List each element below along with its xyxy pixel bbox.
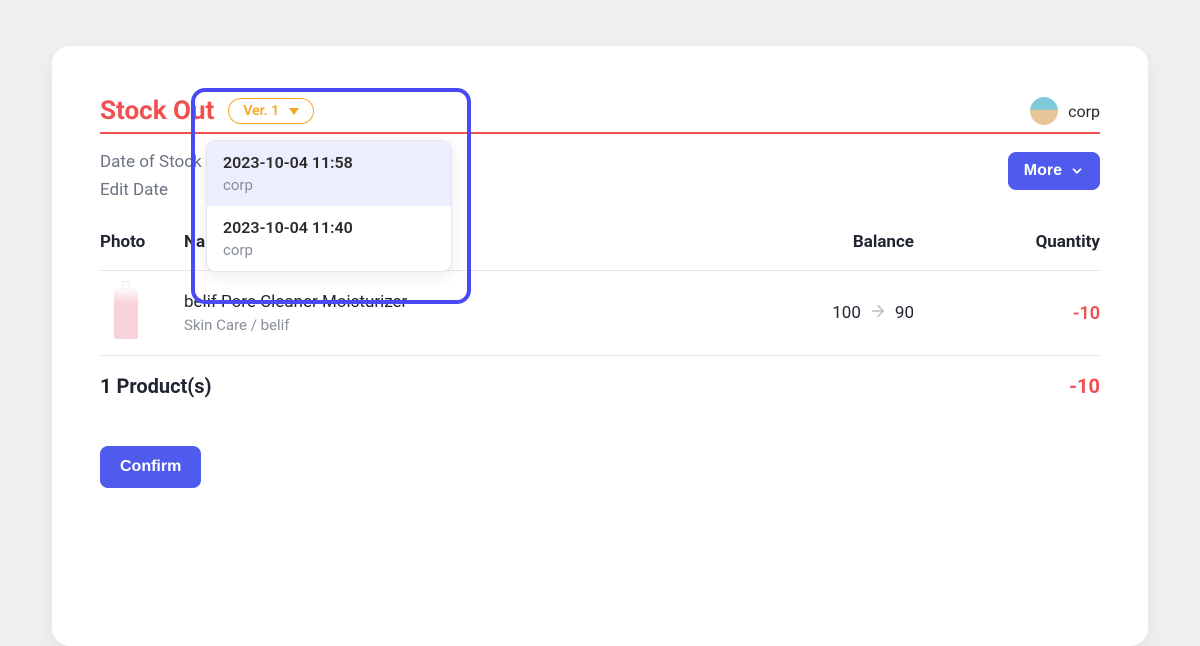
more-label: More [1024, 162, 1062, 180]
confirm-label: Confirm [120, 458, 181, 475]
balance-from: 100 [832, 303, 861, 323]
version-label: Ver. 1 [243, 103, 279, 119]
product-thumb [114, 287, 138, 339]
version-selector[interactable]: Ver. 1 [228, 98, 314, 124]
arrow-right-icon [869, 302, 887, 325]
product-category: Skin Care / belif [184, 316, 770, 334]
user-badge[interactable]: corp [1030, 97, 1100, 125]
header-left: Stock Out Ver. 1 [100, 96, 314, 126]
summary-quantity: -10 [940, 374, 1100, 398]
quantity-cell: -10 [940, 303, 1100, 324]
version-option-date: 2023-10-04 11:40 [223, 218, 435, 237]
chevron-down-icon [1070, 164, 1084, 178]
th-photo: Photo [100, 232, 184, 252]
version-option-user: corp [223, 176, 435, 194]
user-name: corp [1068, 102, 1100, 121]
version-option[interactable]: 2023-10-04 11:58 corp [207, 141, 451, 206]
confirm-button[interactable]: Confirm [100, 446, 201, 488]
avatar [1030, 97, 1058, 125]
stock-out-card: Stock Out Ver. 1 corp Date of Stock Out … [52, 46, 1148, 646]
th-quantity: Quantity [940, 232, 1100, 252]
header: Stock Out Ver. 1 corp [100, 96, 1100, 134]
version-option-user: corp [223, 241, 435, 259]
more-button[interactable]: More [1008, 152, 1100, 190]
balance-to: 90 [895, 303, 914, 323]
version-option-date: 2023-10-04 11:58 [223, 153, 435, 172]
page-title: Stock Out [100, 96, 214, 126]
version-dropdown: 2023-10-04 11:58 corp 2023-10-04 11:40 c… [206, 140, 452, 272]
balance-cell: 100 90 [770, 302, 940, 325]
table-summary: 1 Product(s) -10 [100, 356, 1100, 398]
table-row: belif Pore Cleaner Moisturizer Skin Care… [100, 271, 1100, 356]
summary-label: 1 Product(s) [100, 374, 770, 398]
product-name-cell: belif Pore Cleaner Moisturizer Skin Care… [184, 292, 770, 334]
product-name: belif Pore Cleaner Moisturizer [184, 292, 770, 312]
th-balance: Balance [770, 232, 940, 252]
version-option[interactable]: 2023-10-04 11:40 corp [207, 206, 451, 271]
product-photo-cell [100, 287, 184, 339]
caret-down-icon [289, 108, 299, 115]
